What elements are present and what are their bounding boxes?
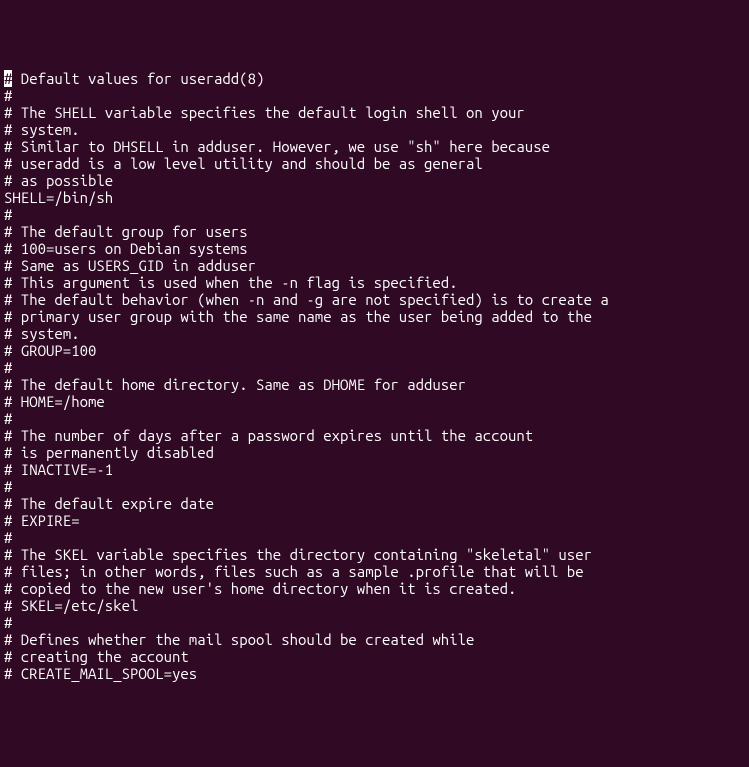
- file-line: # as possible: [4, 172, 745, 189]
- file-line: #: [4, 359, 745, 376]
- file-line: # EXPIRE=: [4, 512, 745, 529]
- file-line: # Same as USERS_GID in adduser: [4, 257, 745, 274]
- file-line: # primary user group with the same name …: [4, 308, 745, 325]
- file-line: # The default group for users: [4, 223, 745, 240]
- file-line: # INACTIVE=-1: [4, 461, 745, 478]
- terminal-viewport[interactable]: # Default values for useradd(8)## The SH…: [4, 70, 745, 682]
- file-line: #: [4, 87, 745, 104]
- file-line: # useradd is a low level utility and sho…: [4, 155, 745, 172]
- file-line: # Similar to DHSELL in adduser. However,…: [4, 138, 745, 155]
- file-line: # HOME=/home: [4, 393, 745, 410]
- file-line: # The default behavior (when -n and -g a…: [4, 291, 745, 308]
- file-line: #: [4, 614, 745, 631]
- file-line: # 100=users on Debian systems: [4, 240, 745, 257]
- file-line: # This argument is used when the -n flag…: [4, 274, 745, 291]
- file-line: # files; in other words, files such as a…: [4, 563, 745, 580]
- file-line: # The SHELL variable specifies the defau…: [4, 104, 745, 121]
- file-line: # is permanently disabled: [4, 444, 745, 461]
- file-line: # system.: [4, 121, 745, 138]
- file-line: # The default home directory. Same as DH…: [4, 376, 745, 393]
- file-line: # The number of days after a password ex…: [4, 427, 745, 444]
- line-text: Default values for useradd(8): [12, 70, 264, 87]
- file-line: # copied to the new user's home director…: [4, 580, 745, 597]
- file-line: #: [4, 478, 745, 495]
- file-line: #: [4, 206, 745, 223]
- file-line: # CREATE_MAIL_SPOOL=yes: [4, 665, 745, 682]
- file-line: # SKEL=/etc/skel: [4, 597, 745, 614]
- file-line: # The SKEL variable specifies the direct…: [4, 546, 745, 563]
- file-line: # Default values for useradd(8): [4, 70, 745, 87]
- file-line: #: [4, 410, 745, 427]
- file-line: # GROUP=100: [4, 342, 745, 359]
- file-line: # system.: [4, 325, 745, 342]
- file-line: # creating the account: [4, 648, 745, 665]
- file-line: #: [4, 529, 745, 546]
- file-line: # Defines whether the mail spool should …: [4, 631, 745, 648]
- file-line: SHELL=/bin/sh: [4, 189, 745, 206]
- file-line: # The default expire date: [4, 495, 745, 512]
